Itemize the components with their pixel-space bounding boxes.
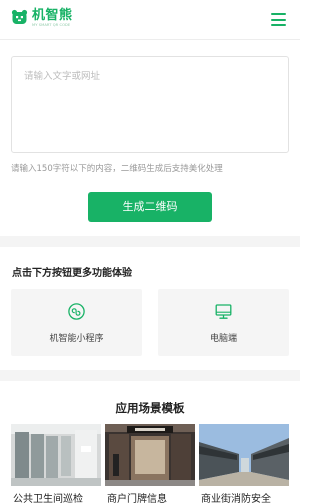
feature-desktop-label: 电脑端 xyxy=(209,334,237,344)
feature-mini-program[interactable]: 机智能小程序 xyxy=(11,289,142,356)
section-divider xyxy=(0,370,300,381)
hamburger-menu-icon[interactable] xyxy=(271,13,286,26)
shop-front-photo xyxy=(105,424,195,486)
bear-icon xyxy=(11,9,28,24)
logo[interactable]: 机智熊 MY SMART QR CODE xyxy=(11,9,73,28)
template-card[interactable]: 商业街消防安全 xyxy=(199,424,289,504)
content-input[interactable] xyxy=(12,57,288,152)
restroom-photo xyxy=(11,424,101,486)
templates-title: 应用场景模板 xyxy=(115,401,185,415)
template-card-label: 公共卫生间巡检 xyxy=(13,494,83,504)
content-input-box[interactable] xyxy=(11,56,289,153)
logo-subtitle: MY SMART QR CODE xyxy=(32,23,71,27)
template-card[interactable]: 公共卫生间巡检 xyxy=(11,424,101,504)
input-hint: 请输入150字符以下的内容，二维码生成后支持美化处理 xyxy=(11,164,223,174)
template-card-label: 商业街消防安全 xyxy=(201,494,271,504)
logo-name: 机智熊 xyxy=(32,8,73,23)
mini-program-icon xyxy=(68,303,85,320)
template-card[interactable]: 商户门牌信息 xyxy=(105,424,195,504)
section-divider xyxy=(0,236,300,247)
commercial-street-photo xyxy=(199,424,289,486)
top-header: 机智熊 MY SMART QR CODE xyxy=(0,0,300,40)
template-card-label: 商户门牌信息 xyxy=(107,494,167,504)
feature-desktop[interactable]: 电脑端 xyxy=(158,289,289,356)
desktop-monitor-icon xyxy=(215,304,232,319)
features-title: 点击下方按钮更多功能体验 xyxy=(12,268,132,279)
feature-mini-program-label: 机智能小程序 xyxy=(49,334,104,344)
generate-qrcode-button[interactable]: 生成二维码 xyxy=(88,192,212,222)
